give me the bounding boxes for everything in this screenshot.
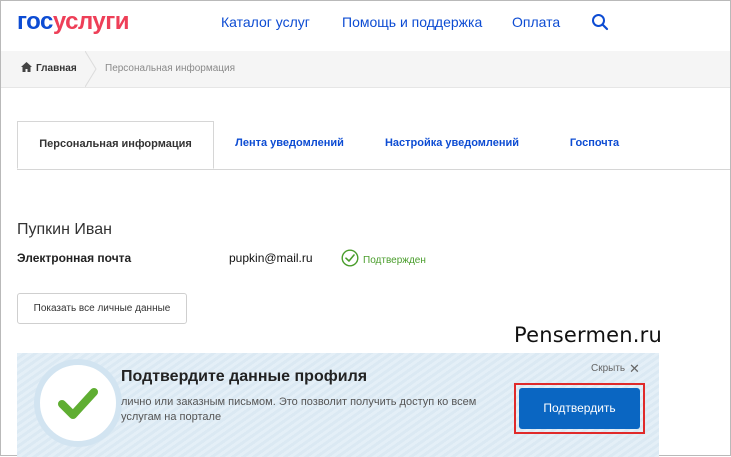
email-value: pupkin@mail.ru [229, 251, 313, 265]
show-all-personal-data-button[interactable]: Показать все личные данные [17, 293, 187, 324]
tab-gospochta[interactable]: Госпочта [557, 121, 632, 169]
confirm-profile-banner: Подтвердите данные профиля лично или зак… [17, 353, 659, 457]
banner-hide-link[interactable]: Скрыть [591, 363, 625, 374]
search-icon[interactable] [591, 13, 611, 33]
big-check-icon [58, 388, 98, 419]
email-verified-label: Подтвержден [363, 255, 426, 266]
confirm-button[interactable]: Подтвердить [519, 388, 640, 429]
banner-description: лично или заказным письмом. Это позволит… [121, 396, 477, 423]
tab-notification-feed[interactable]: Лента уведомлений [227, 121, 352, 169]
profile-tabs: Персональная информация Лента уведомлени… [17, 121, 730, 170]
breadcrumb-home[interactable]: Главная [21, 62, 77, 75]
breadcrumb-current: Персональная информация [105, 63, 236, 74]
nav-payment-link[interactable]: Оплата [512, 14, 560, 30]
banner-check-badge [34, 359, 122, 447]
user-name: Пупкин Иван [17, 221, 112, 238]
email-verified-status: Подтвержден [341, 249, 426, 272]
close-icon[interactable]: ✕ [629, 361, 640, 377]
breadcrumb-home-label: Главная [36, 63, 77, 74]
nav-catalog-link[interactable]: Каталог услуг [221, 14, 310, 30]
check-circle-icon [341, 249, 359, 272]
banner-title: Подтвердите данные профиля [121, 368, 368, 385]
tab-notification-settings[interactable]: Настройка уведомлений [382, 121, 522, 169]
breadcrumb-separator [84, 50, 97, 92]
email-label: Электронная почта [17, 251, 132, 265]
tab-personal-info[interactable]: Персональная информация [17, 121, 214, 169]
nav-help-link[interactable]: Помощь и поддержка [342, 14, 482, 30]
breadcrumb: Главная Персональная информация [1, 50, 730, 88]
watermark-text: Pensermen.ru [514, 323, 662, 347]
gosuslugi-logo[interactable]: госуслуги [17, 8, 130, 35]
home-icon [21, 62, 32, 75]
logo-part-gos: гос [17, 8, 53, 35]
site-header: госуслуги Каталог услуг Помощь и поддерж… [1, 1, 730, 47]
logo-part-uslugi: услуги [52, 8, 130, 35]
